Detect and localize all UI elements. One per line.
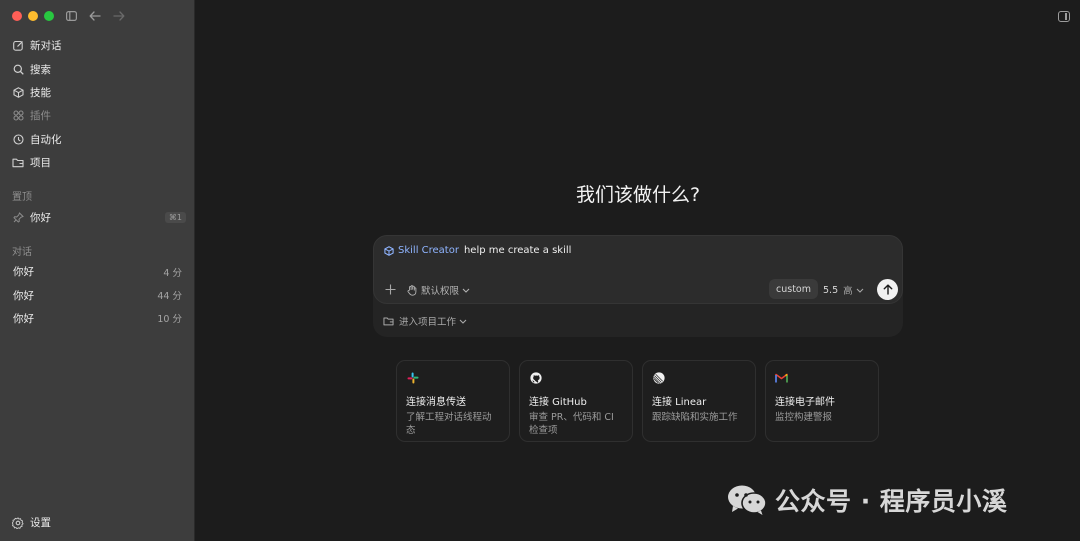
sidebar-toggle-icon[interactable] (64, 9, 78, 23)
sidebar-item-automation[interactable]: 自动化 (6, 128, 188, 151)
edit-icon (12, 40, 24, 52)
custom-mode-button[interactable]: custom (769, 279, 818, 299)
conversation-item[interactable]: 你好 44 分 (6, 283, 188, 306)
connector-cards: 连接消息传送 了解工程对话线程动态 连接 GitHub 审查 PR、代码和 CI… (396, 360, 879, 442)
sidebar-item-label: 自动化 (30, 133, 62, 146)
sidebar-item-projects[interactable]: 项目 (6, 151, 188, 174)
add-attachment-button[interactable] (383, 282, 397, 296)
close-window-button[interactable] (12, 11, 22, 21)
pinned-shortcut-badge: ⌘1 (164, 211, 186, 223)
conversation-list: 你好 4 分 你好 44 分 你好 10 分 (6, 260, 188, 330)
card-description: 监控构建警报 (775, 412, 833, 423)
composer-container: Skill Creator help me create a skill 默认权… (373, 235, 903, 337)
back-arrow-icon[interactable] (88, 9, 102, 23)
card-description: 审查 PR、代码和 CI 检查项 (529, 412, 614, 436)
sidebar-item-label: 新对话 (30, 40, 62, 53)
connect-linear-card[interactable]: 连接 Linear 跟踪缺陷和实施工作 (642, 360, 756, 442)
forward-arrow-icon[interactable] (112, 9, 126, 23)
conversation-title: 你好 (13, 312, 34, 325)
conversation-time: 44 分 (157, 291, 182, 303)
minimize-window-button[interactable] (28, 11, 38, 21)
github-icon (529, 371, 542, 384)
conversation-title: 你好 (13, 289, 34, 302)
card-title: 连接 Linear (652, 397, 707, 408)
search-icon (12, 63, 24, 75)
slack-icon (406, 371, 419, 384)
chevron-down-icon (856, 288, 864, 293)
sidebar-item-skills[interactable]: 技能 (6, 81, 188, 104)
wechat-icon (727, 484, 767, 516)
folder-icon (383, 316, 394, 326)
plugin-icon (12, 110, 24, 122)
watermark: 公众号 · 程序员小溪 (727, 482, 1007, 518)
card-title: 连接电子邮件 (775, 397, 835, 408)
sidebar-item-label: 项目 (30, 157, 51, 170)
card-title: 连接 GitHub (529, 397, 587, 408)
card-description: 了解工程对话线程动态 (406, 412, 492, 436)
arrow-up-icon (883, 284, 893, 295)
prompt-input[interactable]: Skill Creator help me create a skill (384, 245, 571, 256)
chevron-down-icon (459, 319, 467, 324)
sidebar-toolbar (64, 9, 126, 23)
conversation-title: 你好 (13, 266, 34, 279)
model-version: 5.5 (823, 284, 839, 296)
model-selector[interactable]: 5.5 高 (823, 283, 864, 297)
watermark-text: 公众号 · 程序员小溪 (775, 487, 1008, 516)
pin-icon (12, 211, 24, 223)
conversations-section-label: 对话 (12, 247, 32, 258)
pinned-section-label: 置顶 (12, 192, 32, 203)
connect-email-card[interactable]: 连接电子邮件 监控构建警报 (765, 360, 879, 442)
sidebar-item-label: 搜索 (30, 63, 51, 76)
main-panel: 我们该做什么? Skill Creator help me create a s… (194, 0, 1080, 541)
page-title: 我们该做什么? (575, 184, 701, 206)
linear-icon (652, 371, 665, 384)
permission-dropdown[interactable]: 默认权限 (407, 283, 470, 297)
prompt-text: help me create a skill (463, 245, 572, 256)
project-dropdown[interactable]: 进入项目工作 (383, 314, 467, 328)
pinned-item[interactable]: 你好 ⌘1 (6, 206, 188, 228)
right-panel-toggle-icon[interactable] (1058, 11, 1070, 22)
connect-github-card[interactable]: 连接 GitHub 审查 PR、代码和 CI 检查项 (519, 360, 633, 442)
pinned-item-label: 你好 (30, 211, 51, 224)
window-controls (12, 11, 54, 21)
composer[interactable]: Skill Creator help me create a skill 默认权… (373, 235, 903, 304)
sidebar-item-search[interactable]: 搜索 (6, 57, 188, 80)
folder-icon (12, 157, 24, 169)
permission-label: 默认权限 (421, 286, 460, 297)
clock-icon (12, 133, 24, 145)
settings-label: 设置 (30, 517, 51, 529)
sidebar-item-label: 技能 (30, 86, 51, 99)
sidebar-item-label: 插件 (30, 110, 51, 123)
skill-icon (12, 86, 24, 98)
sidebar-item-plugins[interactable]: 插件 (6, 104, 188, 127)
gear-icon (12, 516, 24, 529)
skill-icon (384, 245, 394, 256)
project-label: 进入项目工作 (399, 317, 457, 328)
sidebar: 新对话 搜索 技能 插件 自动化 项目 置顶 你好 ⌘1 对话 你好 4 分 你… (0, 0, 194, 541)
send-button[interactable] (877, 279, 898, 300)
skill-chip[interactable]: Skill Creator (398, 245, 459, 256)
sidebar-nav: 新对话 搜索 技能 插件 自动化 项目 (6, 34, 188, 174)
gmail-icon (775, 371, 788, 384)
settings-button[interactable]: 设置 (12, 515, 51, 530)
card-description: 跟踪缺陷和实施工作 (652, 412, 738, 423)
conversation-item[interactable]: 你好 10 分 (6, 307, 188, 330)
hand-icon (407, 284, 417, 296)
card-title: 连接消息传送 (406, 397, 466, 408)
connect-slack-card[interactable]: 连接消息传送 了解工程对话线程动态 (396, 360, 510, 442)
conversation-time: 10 分 (157, 314, 182, 326)
zoom-window-button[interactable] (44, 11, 54, 21)
conversation-item[interactable]: 你好 4 分 (6, 260, 188, 283)
chevron-down-icon (462, 288, 470, 293)
conversation-time: 4 分 (163, 267, 182, 279)
model-level: 高 (843, 286, 853, 297)
sidebar-item-new-chat[interactable]: 新对话 (6, 34, 188, 57)
